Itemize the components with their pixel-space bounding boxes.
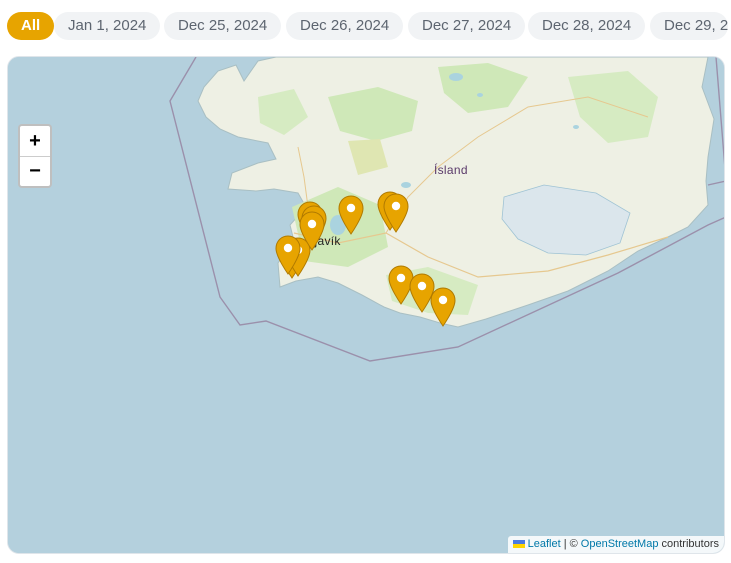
openstreetmap-link[interactable]: OpenStreetMap xyxy=(581,538,659,550)
filter-chip-dec-29[interactable]: Dec 29, 2 xyxy=(650,12,729,40)
map-pin-icon[interactable] xyxy=(338,195,364,235)
map-view[interactable]: Ísland Reykjavík + − Leaflet | © OpenStr… xyxy=(7,56,725,554)
map-pin-icon[interactable] xyxy=(275,235,301,275)
leaflet-link[interactable]: Leaflet xyxy=(528,538,561,550)
map-pin-icon[interactable] xyxy=(299,211,325,251)
zoom-out-button[interactable]: − xyxy=(20,156,50,186)
ukraine-flag-icon xyxy=(512,540,525,549)
filter-chip-dec-25-2024[interactable]: Dec 25, 2024 xyxy=(164,12,282,40)
zoom-in-button[interactable]: + xyxy=(20,126,50,156)
map-attribution: Leaflet | © OpenStreetMap contributors xyxy=(507,536,724,553)
map-pin-icon[interactable] xyxy=(383,193,409,233)
map-pin-icon[interactable] xyxy=(430,287,456,327)
filter-chip-all[interactable]: All xyxy=(7,12,55,40)
filter-chip-dec-28-2024[interactable]: Dec 28, 2024 xyxy=(528,12,646,40)
map-tiles xyxy=(8,57,724,553)
filter-chip-jan-1-2024[interactable]: Jan 1, 2024 xyxy=(54,12,161,40)
filter-chip-dec-27-2024[interactable]: Dec 27, 2024 xyxy=(408,12,526,40)
country-label: Ísland xyxy=(434,163,468,177)
attribution-separator: | © xyxy=(563,538,578,550)
date-filter-bar: All Jan 1, 2024 Dec 25, 2024 Dec 26, 202… xyxy=(0,0,731,52)
filter-chip-dec-26-2024[interactable]: Dec 26, 2024 xyxy=(286,12,404,40)
attribution-contributors: contributors xyxy=(661,538,719,550)
zoom-control: + − xyxy=(18,124,52,188)
